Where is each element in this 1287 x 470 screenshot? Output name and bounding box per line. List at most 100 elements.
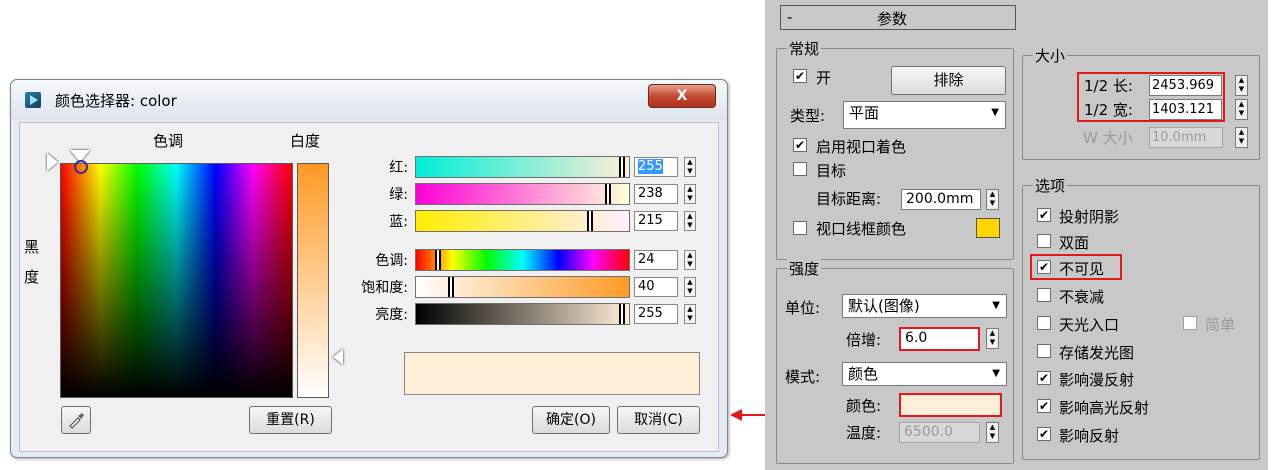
channel-value: 40 (638, 279, 655, 294)
mode-label: 模式: (785, 368, 821, 386)
channel-label: 亮度: (375, 307, 408, 323)
ok-button[interactable]: 确定(O) (532, 406, 610, 434)
channel-value: 255 (638, 159, 663, 174)
simple-label: 简单 (1205, 316, 1236, 334)
channel-slider[interactable] (415, 210, 630, 232)
channel-value-field[interactable]: 24 (634, 250, 678, 270)
channel-value: 215 (638, 213, 663, 228)
target-distance-field[interactable]: 200.0mm (901, 189, 981, 210)
mode-dropdown[interactable]: 颜色 (842, 362, 1007, 386)
channel-value-field[interactable]: 238 (634, 184, 678, 204)
option-checkbox[interactable] (1037, 288, 1051, 302)
whiteness-label: 白度 (290, 132, 321, 150)
wire-color-label: 视口线框颜色 (816, 220, 907, 238)
w-size-spinner[interactable]: ▲ ▼ (1235, 127, 1248, 148)
type-label: 类型: (790, 107, 826, 125)
general-group-title: 常规 (787, 38, 822, 59)
color-preview-swatch (404, 352, 700, 395)
channel-slider[interactable] (415, 276, 630, 298)
channel-label: 绿: (389, 187, 408, 203)
channel-spinner[interactable]: ▲ ▼ (684, 157, 696, 177)
temperature-spinner[interactable]: ▲ ▼ (986, 422, 999, 443)
half-length-field[interactable]: 2453.969 (1149, 75, 1222, 96)
slider-thumb[interactable] (619, 157, 625, 177)
simple-checkbox[interactable] (1183, 316, 1197, 330)
channel-value: 238 (638, 186, 663, 201)
color-cursor[interactable] (74, 160, 88, 174)
color-label: 颜色: (846, 397, 882, 415)
collapse-toggle[interactable]: - (787, 8, 792, 26)
option-checkbox[interactable] (1037, 399, 1051, 413)
channel-slider[interactable] (415, 183, 630, 205)
wire-color-checkbox[interactable] (793, 221, 807, 235)
color-swatch[interactable] (899, 393, 1002, 417)
dialog-titlebar[interactable]: 颜色选择器: color X (11, 80, 727, 120)
wire-color-swatch[interactable] (976, 218, 1000, 238)
slider-thumb[interactable] (587, 211, 593, 231)
channel-value: 24 (638, 252, 655, 267)
unit-dropdown[interactable]: 默认(图像) (842, 294, 1007, 318)
channel-label: 色调: (375, 253, 408, 269)
channel-spinner[interactable]: ▲ ▼ (684, 250, 696, 270)
params-rollout-header[interactable]: - 参数 (780, 5, 1016, 30)
size-group-title: 大小 (1033, 45, 1068, 66)
cancel-button[interactable]: 取消(C) (617, 406, 700, 434)
channel-value-field[interactable]: 215 (634, 211, 678, 231)
option-label: 影响漫反射 (1059, 371, 1135, 389)
eyedropper-button[interactable] (61, 406, 91, 434)
option-checkbox[interactable] (1037, 427, 1051, 441)
slider-thumb[interactable] (619, 304, 625, 324)
slider-thumb[interactable] (605, 184, 611, 204)
half-width-field[interactable]: 1403.121 (1149, 99, 1222, 120)
channel-value-field[interactable]: 255 (634, 304, 678, 324)
option-label: 不衰减 (1059, 288, 1105, 306)
channel-spinner[interactable]: ▲ ▼ (684, 211, 696, 231)
exclude-button[interactable]: 排除 (891, 66, 1006, 95)
temperature-field[interactable]: 6500.0 (899, 422, 980, 443)
unit-label: 单位: (785, 299, 821, 317)
slider-thumb[interactable] (435, 250, 441, 270)
option-checkbox[interactable] (1037, 316, 1051, 330)
dialog-title: 颜色选择器: color (55, 92, 177, 110)
channel-value: 255 (638, 306, 663, 321)
blackness-pointer[interactable] (47, 153, 58, 171)
channel-label: 蓝: (389, 214, 408, 230)
option-label: 天光入口 (1059, 316, 1120, 334)
on-checkbox[interactable] (793, 69, 807, 83)
channel-slider[interactable] (415, 303, 630, 325)
target-distance-spinner[interactable]: ▲ ▼ (986, 189, 999, 210)
option-checkbox[interactable] (1037, 344, 1051, 358)
w-size-field[interactable]: 10.0mm (1149, 127, 1223, 148)
channel-label: 饱和度: (361, 280, 408, 296)
multiplier-label: 倍增: (846, 331, 882, 349)
target-label: 目标 (816, 162, 847, 180)
reset-button[interactable]: 重置(R) (249, 406, 332, 434)
channel-spinner[interactable]: ▲ ▼ (684, 277, 696, 297)
half-length-spinner[interactable]: ▲ ▼ (1235, 75, 1248, 96)
channel-value-field[interactable]: 255 (634, 157, 678, 177)
w-size-label: W 大小 (1083, 129, 1133, 147)
channel-slider[interactable] (415, 156, 630, 178)
app-icon (25, 92, 41, 108)
option-checkbox[interactable] (1037, 208, 1051, 222)
multiplier-field[interactable]: 6.0 (899, 327, 980, 351)
close-button[interactable]: X (648, 84, 716, 108)
option-checkbox[interactable] (1037, 371, 1051, 385)
half-width-spinner[interactable]: ▲ ▼ (1235, 99, 1248, 120)
slider-thumb[interactable] (448, 277, 454, 297)
hue-blackness-field[interactable] (60, 163, 293, 398)
whiteness-pointer[interactable] (333, 349, 343, 365)
type-dropdown[interactable]: 平面 (843, 101, 1006, 129)
channel-value-field[interactable]: 40 (634, 277, 678, 297)
viewport-shading-label: 启用视口着色 (816, 138, 907, 156)
rollout-title: 参数 (877, 10, 908, 28)
option-label: 存储发光图 (1059, 344, 1135, 362)
options-group-title: 选项 (1033, 175, 1068, 196)
multiplier-spinner[interactable]: ▲ ▼ (986, 328, 999, 349)
option-checkbox[interactable] (1037, 234, 1051, 248)
viewport-shading-checkbox[interactable] (793, 138, 807, 152)
channel-spinner[interactable]: ▲ ▼ (684, 304, 696, 324)
target-checkbox[interactable] (793, 162, 807, 176)
channel-slider[interactable] (415, 249, 630, 271)
channel-spinner[interactable]: ▲ ▼ (684, 184, 696, 204)
